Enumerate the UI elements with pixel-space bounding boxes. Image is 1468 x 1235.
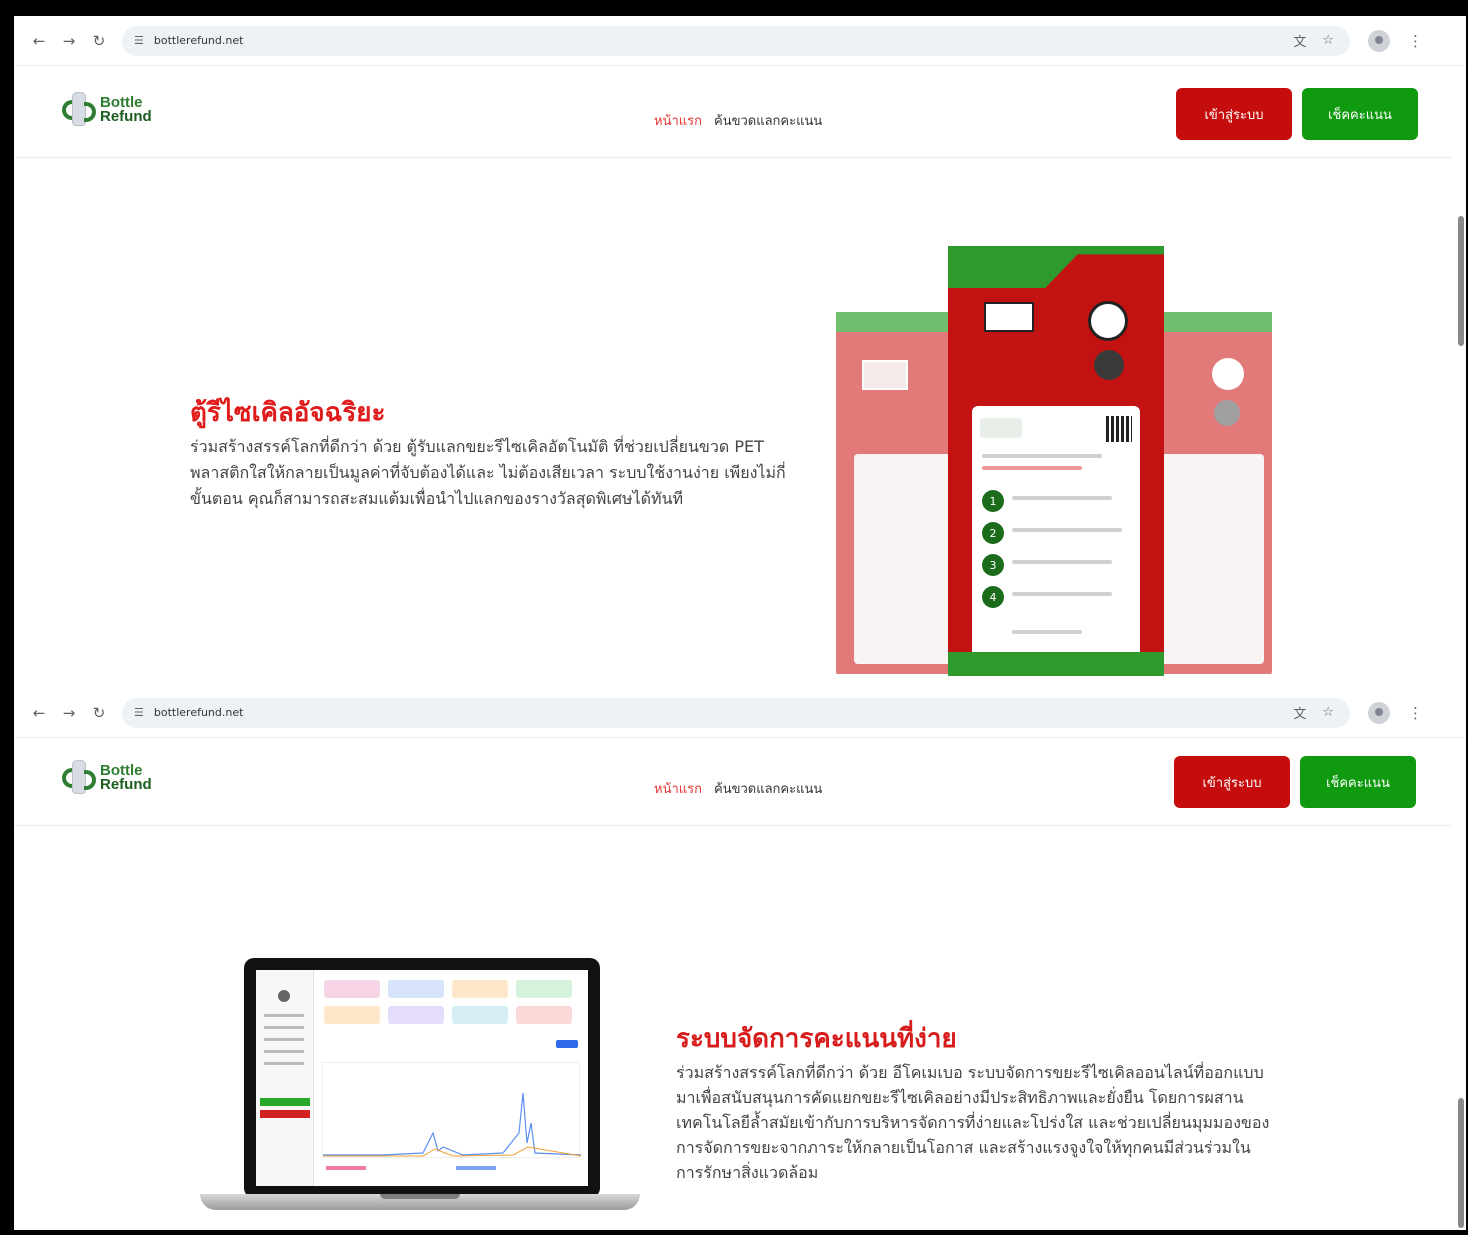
translate-icon[interactable]: 文 xyxy=(1293,31,1306,50)
kiosk-step-4: 4 xyxy=(982,586,1004,608)
section-description-points: ร่วมสร้างสรรค์โลกที่ดีกว่า ด้วย อีโคเมเบ… xyxy=(676,1063,1270,1182)
site-logo[interactable]: Bottle Refund xyxy=(62,90,152,130)
url-text[interactable]: bottlerefund.net xyxy=(154,34,244,47)
bookmark-star-icon[interactable]: ☆ xyxy=(1322,33,1334,48)
bookmark-star-icon[interactable]: ☆ xyxy=(1322,705,1334,720)
back-arrow-icon[interactable]: ← xyxy=(24,704,54,722)
scrollbar-thumb[interactable] xyxy=(1458,216,1464,346)
bottle-slot-secondary xyxy=(1094,350,1124,380)
site-header-2: Bottle Refund หน้าแรก ค้นขวดแลกคะแนน เข้… xyxy=(14,736,1452,826)
browser-window-top: ← → ↻ ☰ bottlerefund.net 文 ☆ ⋮ Bottle Re… xyxy=(14,12,1466,688)
check-points-button[interactable]: เช็คคะแนน xyxy=(1300,756,1416,808)
kiosk-step-2: 2 xyxy=(982,522,1004,544)
address-bar[interactable]: ☰ bottlerefund.net 文 ☆ xyxy=(122,25,1350,56)
bottle-slot xyxy=(1088,301,1128,341)
site-info-icon[interactable]: ☰ xyxy=(134,706,144,719)
login-button[interactable]: เข้าสู่ระบบ xyxy=(1174,756,1290,808)
nav-home[interactable]: หน้าแรก xyxy=(654,110,702,131)
nav-check-bottles[interactable]: ค้นขวดแลกคะแนน xyxy=(714,110,822,131)
address-bar[interactable]: ☰ bottlerefund.net 文 ☆ xyxy=(122,697,1350,728)
laptop-dashboard-image xyxy=(200,958,640,1218)
recycle-bottle-icon xyxy=(62,90,96,130)
section-description-kiosk: ร่วมสร้างสรรค์โลกที่ดีกว่า ด้วย ตู้รับแล… xyxy=(190,437,786,508)
main-nav: หน้าแรก ค้นขวดแลกคะแนน xyxy=(654,110,822,131)
reload-icon[interactable]: ↻ xyxy=(84,32,114,50)
url-text[interactable]: bottlerefund.net xyxy=(154,706,244,719)
page-scrollbar[interactable] xyxy=(1456,738,1466,1230)
section-title-kiosk: ตู้รีไซเคิลอัจฉริยะ xyxy=(190,398,386,428)
menu-kebab-icon[interactable]: ⋮ xyxy=(1408,32,1423,50)
translate-icon[interactable]: 文 xyxy=(1293,703,1306,722)
qr-code-icon xyxy=(1106,416,1132,442)
browser-toolbar-2: ← → ↻ ☰ bottlerefund.net 文 ☆ ⋮ xyxy=(14,688,1466,738)
back-arrow-icon[interactable]: ← xyxy=(24,32,54,50)
section-title-points: ระบบจัดการคะแนนที่ง่าย xyxy=(676,1024,957,1054)
profile-icon[interactable] xyxy=(1368,701,1390,724)
nav-check-bottles[interactable]: ค้นขวดแลกคะแนน xyxy=(714,778,822,799)
logo-line2: Refund xyxy=(100,108,152,125)
logo-line2: Refund xyxy=(100,776,152,793)
site-info-icon[interactable]: ☰ xyxy=(134,34,144,47)
kiosk-logo xyxy=(984,302,1034,332)
kiosk-step-1: 1 xyxy=(982,490,1004,512)
browser-window-bottom: ← → ↻ ☰ bottlerefund.net 文 ☆ ⋮ Bottle Re… xyxy=(14,688,1466,1230)
main-nav: หน้าแรก ค้นขวดแลกคะแนน xyxy=(654,778,822,799)
scrollbar-thumb[interactable] xyxy=(1458,1098,1464,1228)
forward-arrow-icon[interactable]: → xyxy=(54,32,84,50)
reload-icon[interactable]: ↻ xyxy=(84,704,114,722)
check-points-button[interactable]: เช็คคะแนน xyxy=(1302,88,1418,140)
menu-kebab-icon[interactable]: ⋮ xyxy=(1408,704,1423,722)
forward-arrow-icon[interactable]: → xyxy=(54,704,84,722)
kiosk-step-3: 3 xyxy=(982,554,1004,576)
browser-toolbar: ← → ↻ ☰ bottlerefund.net 文 ☆ ⋮ xyxy=(14,16,1466,66)
profile-icon[interactable] xyxy=(1368,29,1390,52)
page-scrollbar[interactable] xyxy=(1456,66,1466,688)
login-button[interactable]: เข้าสู่ระบบ xyxy=(1176,88,1292,140)
kiosk-instruction-card: 1 2 3 4 xyxy=(972,406,1140,662)
site-header: Bottle Refund หน้าแรก ค้นขวดแลกคะแนน เข้… xyxy=(14,68,1452,158)
recycle-bottle-icon xyxy=(62,758,96,798)
site-logo[interactable]: Bottle Refund xyxy=(62,758,152,798)
nav-home[interactable]: หน้าแรก xyxy=(654,778,702,799)
kiosk-machine-image: 1 2 3 4 xyxy=(948,246,1164,676)
